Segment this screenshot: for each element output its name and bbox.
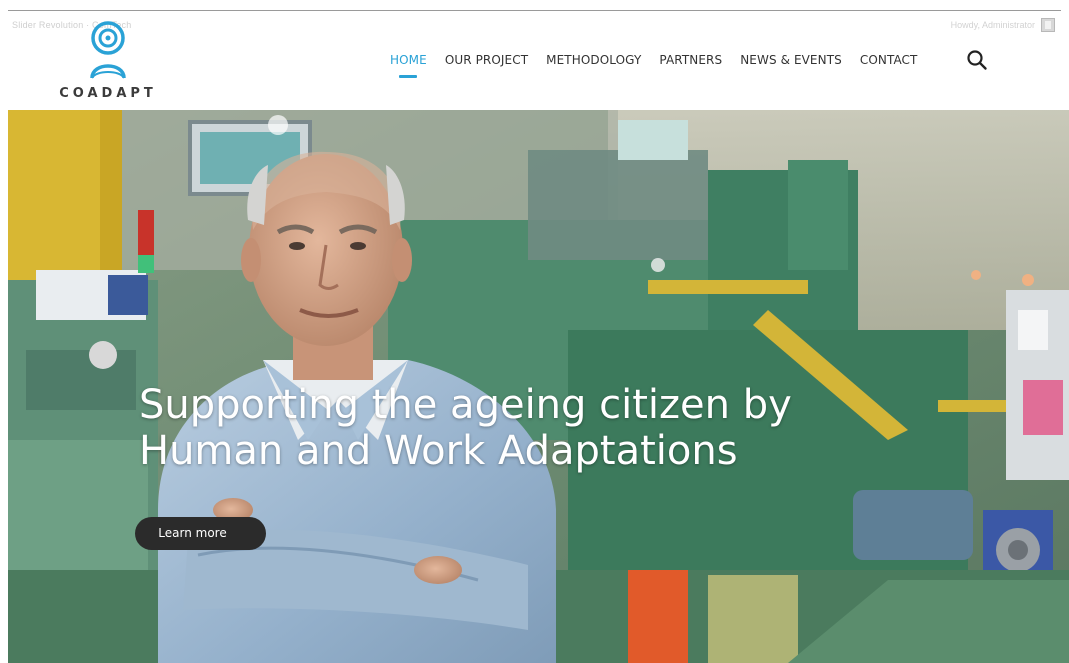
site-logo[interactable]: COADAPT [58,20,158,104]
nav-item-home[interactable]: HOME [390,53,427,78]
search-button[interactable] [965,48,989,72]
logo-wordmark: COADAPT [59,86,157,101]
search-icon [967,50,987,70]
learn-more-button[interactable]: Learn more [135,517,266,550]
nav-item-methodology[interactable]: METHODOLOGY [546,53,641,67]
hero-slider: Supporting the ageing citizen by Human a… [8,110,1069,663]
hero-title: Supporting the ageing citizen by Human a… [139,382,792,474]
user-avatar-icon[interactable] [1041,18,1055,32]
nav-item-contact[interactable]: CONTACT [860,53,918,67]
page: Slider Revolution · ComTech Howdy, Admin… [0,0,1069,663]
nav-item-partners[interactable]: PARTNERS [659,53,722,67]
nav-item-our-project[interactable]: OUR PROJECT [445,53,528,67]
hero-title-line-2: Human and Work Adaptations [139,428,738,474]
top-divider [8,10,1061,11]
hero-title-line-1: Supporting the ageing citizen by [139,382,792,428]
nav-item-news-events[interactable]: NEWS & EVENTS [740,53,842,67]
welcome-text[interactable]: Howdy, Administrator [951,20,1035,30]
main-navigation: HOME OUR PROJECT METHODOLOGY PARTNERS NE… [390,53,935,78]
admin-bar-user[interactable]: Howdy, Administrator [951,18,1055,32]
logo-mark-icon [90,21,126,79]
